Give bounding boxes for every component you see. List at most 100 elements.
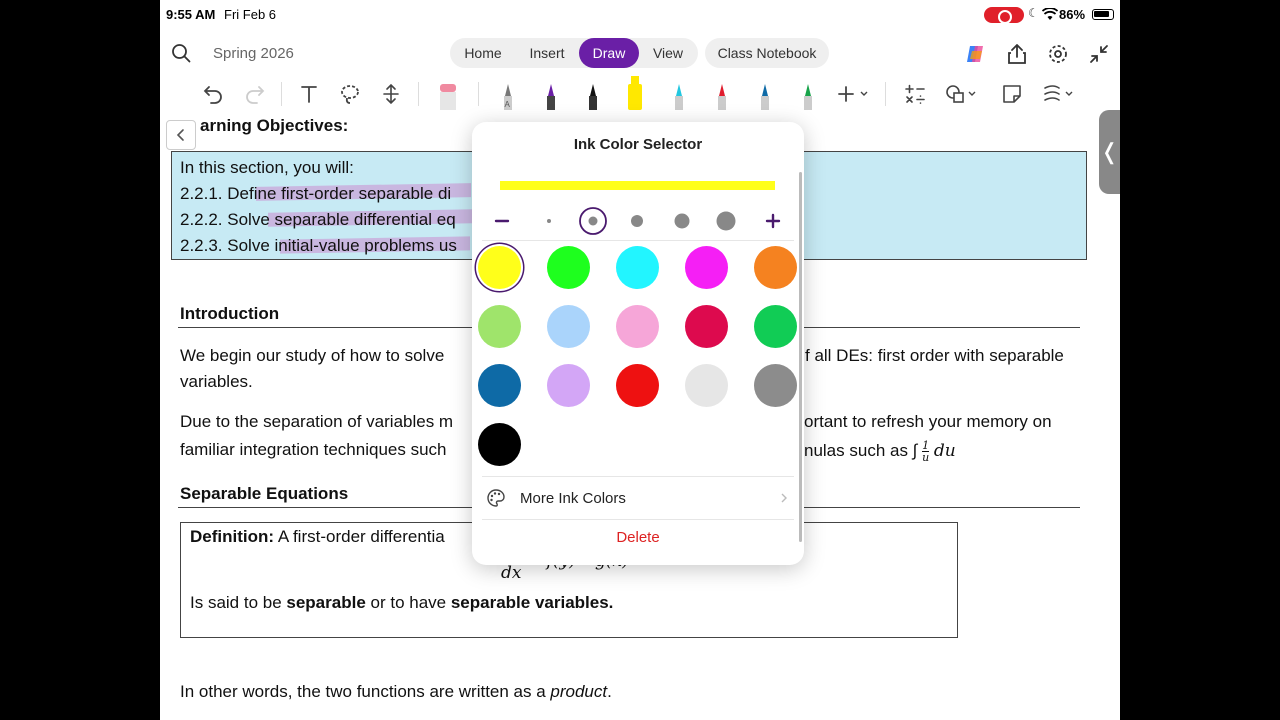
collapse-icon[interactable]: [1087, 42, 1111, 66]
palette-icon: [487, 489, 505, 507]
term-separable: separable: [286, 593, 366, 612]
color-swatch[interactable]: [547, 364, 590, 407]
introduction-heading: Introduction: [180, 304, 280, 323]
color-swatch[interactable]: [685, 364, 728, 407]
learning-objectives-heading: arning Objectives:: [200, 116, 349, 135]
popup-divider: [482, 519, 794, 520]
status-time: 9:55 AM: [166, 7, 216, 22]
lasso-icon[interactable]: [338, 82, 362, 106]
search-icon[interactable]: [171, 43, 191, 63]
pen-purple-icon[interactable]: [539, 76, 563, 112]
definition-label: Definition:: [190, 527, 275, 546]
chevron-left-icon: [176, 129, 184, 141]
pen-gray-icon[interactable]: A: [496, 76, 520, 112]
stroke-preview: [500, 181, 775, 190]
increase-size-button[interactable]: [758, 206, 788, 236]
ink-to-shape-icon[interactable]: [1041, 82, 1077, 106]
tab-insert[interactable]: Insert: [516, 38, 578, 68]
intro-text-right: f all DEs: first order with separable: [805, 346, 1064, 365]
separable-heading: Separable Equations: [180, 484, 349, 503]
size-option[interactable]: [667, 206, 697, 236]
battery-icon: [1092, 9, 1114, 20]
sticky-note-icon[interactable]: [1000, 82, 1024, 106]
share-icon[interactable]: [1005, 42, 1029, 66]
pen-blue-icon[interactable]: [753, 76, 777, 112]
tab-view[interactable]: View: [640, 38, 696, 68]
due-text-left: Due to the separation of variables m: [180, 412, 454, 431]
ink-color-selector: Ink Color Selector More Ink Colors Delet…: [472, 122, 804, 565]
toolbar-separator: [885, 82, 886, 106]
pen-black-icon[interactable]: [581, 76, 605, 112]
pen-green-icon[interactable]: [796, 76, 820, 112]
popup-divider: [482, 240, 794, 241]
tab-draw[interactable]: Draw: [579, 38, 639, 68]
color-swatch[interactable]: [547, 246, 590, 289]
wifi-icon: [1042, 8, 1058, 20]
color-swatch[interactable]: [754, 305, 797, 348]
notebook-title[interactable]: Spring 2026: [213, 45, 294, 62]
color-swatch[interactable]: [685, 305, 728, 348]
color-swatch[interactable]: [616, 246, 659, 289]
fraction-denominator: u: [922, 451, 930, 464]
term-product: product: [550, 682, 608, 701]
size-option-selected[interactable]: [578, 206, 608, 236]
gear-icon[interactable]: [1046, 42, 1070, 66]
screen: 9:55 AM Fri Feb 6 ☾ 86% Spring 2026 Home…: [160, 0, 1120, 720]
size-option[interactable]: [711, 206, 741, 236]
copilot-icon[interactable]: [964, 42, 988, 66]
size-option[interactable]: [534, 206, 564, 236]
focus-icon: ☾: [1028, 6, 1039, 20]
battery-percent: 86%: [1059, 7, 1086, 22]
popup-title: Ink Color Selector: [573, 136, 703, 153]
color-swatch[interactable]: [478, 423, 521, 466]
status-bar: 9:55 AM Fri Feb 6 ☾ 86%: [160, 0, 1120, 28]
size-option[interactable]: [622, 206, 652, 236]
more-ink-colors-label: More Ink Colors: [520, 490, 626, 507]
pen-cyan-icon[interactable]: [667, 76, 691, 112]
side-panel-handle[interactable]: ❬: [1099, 110, 1120, 194]
term-separable-variables: separable variables.: [450, 593, 614, 612]
color-swatch[interactable]: [478, 364, 521, 407]
tab-home[interactable]: Home: [452, 38, 514, 68]
familiar-text: nulas such as ∫: [804, 440, 918, 460]
color-swatch[interactable]: [616, 364, 659, 407]
class-notebook-button[interactable]: Class Notebook: [705, 38, 829, 68]
color-swatch[interactable]: [478, 305, 521, 348]
shapes-icon[interactable]: [944, 82, 980, 106]
app-header: Spring 2026 Home Insert Draw View Class …: [160, 34, 1120, 74]
familiar-text-left: familiar integration techniques such: [180, 440, 447, 459]
definition-text: or to have: [365, 593, 451, 612]
objective-line: 2.2.3. Solve initial-value problems us: [180, 236, 457, 255]
undo-icon[interactable]: [201, 82, 225, 106]
color-swatch[interactable]: [547, 305, 590, 348]
formula-du: du: [933, 440, 956, 461]
color-swatch[interactable]: [754, 246, 797, 289]
text-tool-icon[interactable]: [297, 82, 321, 106]
svg-text:A: A: [505, 100, 511, 109]
back-button[interactable]: [166, 120, 196, 150]
intro-text-line2: variables.: [180, 372, 253, 391]
delete-button[interactable]: Delete: [472, 529, 804, 546]
color-swatch[interactable]: [616, 305, 659, 348]
add-pen-icon[interactable]: [836, 82, 872, 106]
decrease-size-button[interactable]: [487, 206, 517, 236]
definition-text: A first-order differentia: [274, 527, 445, 546]
color-swatch[interactable]: [754, 364, 797, 407]
definition-line: Definition: A first-order differentia: [190, 527, 445, 547]
eraser-icon[interactable]: [436, 76, 460, 112]
stroke-size-row: [472, 206, 804, 236]
math-icon[interactable]: [903, 82, 927, 106]
definition-line2: Is said to be separable or to have separ…: [190, 593, 613, 613]
popup-scrollbar[interactable]: [799, 172, 802, 542]
definition-text: Is said to be: [190, 593, 287, 612]
pen-red-icon[interactable]: [710, 76, 734, 112]
familiar-text-right: nulas such as ∫ 1 u du: [804, 440, 956, 463]
toolbar-separator: [418, 82, 419, 106]
objective-line: 2.2.2. Solve separable differential eq: [180, 210, 456, 229]
highlighter-yellow-icon[interactable]: [623, 76, 647, 112]
color-swatch[interactable]: [685, 246, 728, 289]
more-ink-colors-row[interactable]: More Ink Colors: [472, 480, 804, 516]
add-space-icon[interactable]: [379, 82, 403, 106]
redo-icon[interactable]: [243, 82, 267, 106]
color-swatch[interactable]: [478, 246, 521, 289]
